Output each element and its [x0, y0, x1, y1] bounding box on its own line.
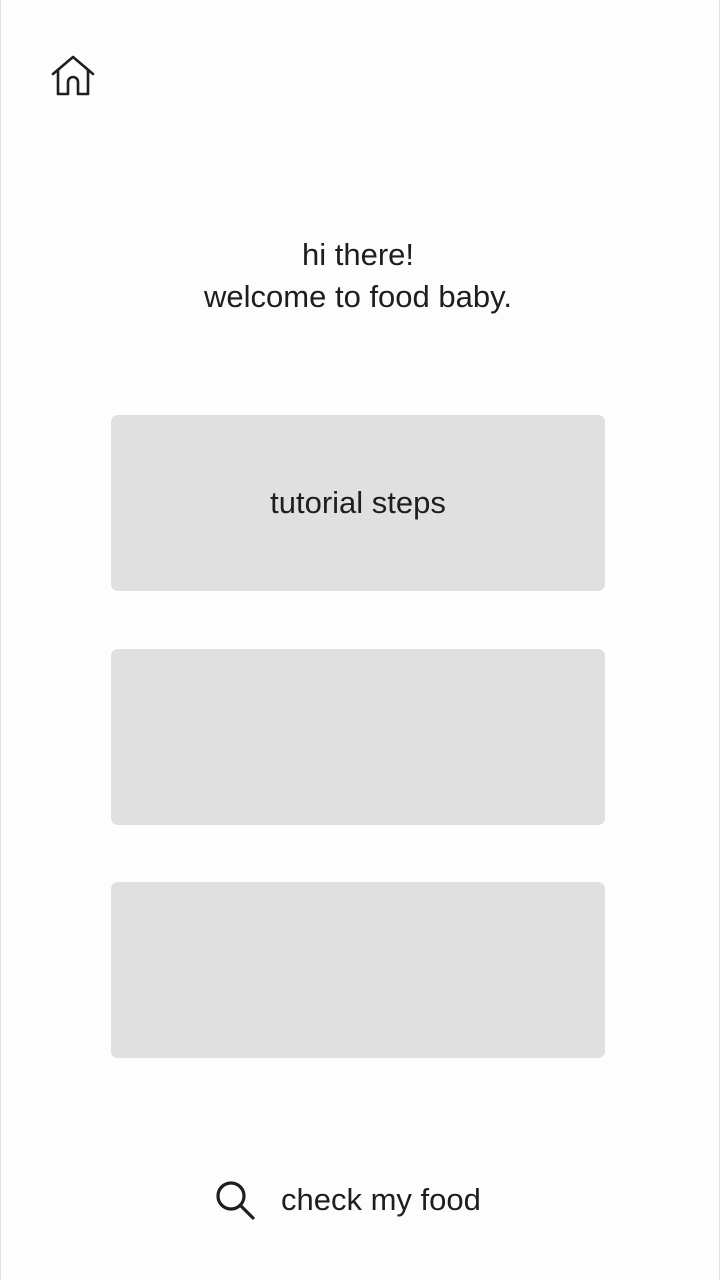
home-screen: hi there! welcome to food baby. tutorial… — [0, 0, 720, 1280]
check-my-food-label: check my food — [281, 1182, 481, 1217]
welcome-message: hi there! welcome to food baby. — [1, 234, 715, 318]
greeting-line-2: welcome to food baby. — [204, 279, 512, 314]
card-label: tutorial steps — [270, 485, 446, 520]
home-icon — [51, 55, 95, 96]
menu-card-2[interactable] — [111, 649, 605, 825]
tutorial-steps-card[interactable]: tutorial steps — [111, 415, 605, 591]
menu-card-3[interactable] — [111, 882, 605, 1058]
check-my-food-button[interactable]: check my food — [213, 1172, 481, 1228]
search-icon — [213, 1178, 257, 1222]
greeting-line-1: hi there! — [301, 237, 414, 272]
home-button[interactable] — [47, 50, 99, 102]
